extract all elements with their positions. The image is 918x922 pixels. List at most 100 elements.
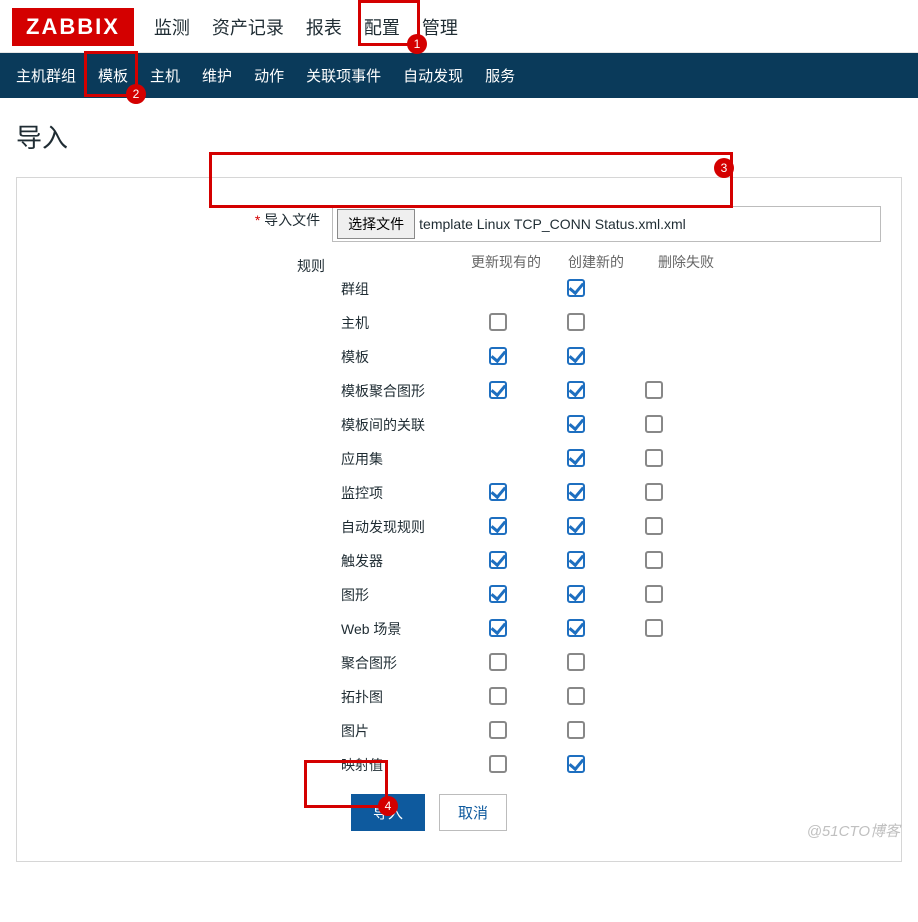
rule-row: 触发器 — [337, 544, 725, 578]
rule-checkbox[interactable] — [645, 517, 663, 535]
rule-label: 触发器 — [337, 551, 459, 571]
rule-checkbox-cell — [537, 585, 615, 606]
submenu-event-correlation[interactable]: 关联项事件 — [306, 65, 381, 86]
rule-checkbox-cell — [537, 517, 615, 538]
menu-inventory[interactable]: 资产记录 — [212, 14, 284, 40]
rule-checkbox[interactable] — [645, 381, 663, 399]
rule-checkbox-cell — [459, 347, 537, 368]
rule-checkbox[interactable] — [645, 483, 663, 501]
menu-monitoring[interactable]: 监测 — [154, 14, 190, 40]
menu-reports[interactable]: 报表 — [306, 14, 342, 40]
rule-checkbox-cell — [615, 619, 693, 640]
rule-checkbox-cell — [459, 585, 537, 606]
import-button[interactable]: 导入 — [351, 794, 425, 831]
rule-checkbox[interactable] — [645, 449, 663, 467]
menu-administration[interactable]: 管理 — [422, 14, 458, 40]
submenu-host-groups[interactable]: 主机群组 — [16, 65, 76, 86]
rule-label: 监控项 — [337, 483, 459, 503]
rule-checkbox-cell — [615, 585, 693, 606]
rule-label: 映射值 — [337, 755, 459, 775]
rules-header-update: 更新现有的 — [467, 252, 545, 272]
rule-row: 模板间的关联 — [337, 408, 725, 442]
file-label: 导入文件 — [37, 206, 332, 230]
rule-row: 自动发现规则 — [337, 510, 725, 544]
rule-checkbox[interactable] — [489, 313, 507, 331]
rule-checkbox[interactable] — [567, 619, 585, 637]
rule-checkbox-cell — [459, 313, 537, 334]
page-title: 导入 — [0, 98, 918, 167]
rule-checkbox[interactable] — [567, 551, 585, 569]
submenu-discovery[interactable]: 自动发现 — [403, 65, 463, 86]
rule-checkbox-cell — [615, 381, 693, 402]
rule-label: 自动发现规则 — [337, 517, 459, 537]
form-buttons: 导入 取消 — [351, 794, 881, 831]
rule-row: 模板 — [337, 340, 725, 374]
rule-checkbox[interactable] — [567, 585, 585, 603]
rule-checkbox[interactable] — [489, 755, 507, 773]
submenu-maintenance[interactable]: 维护 — [202, 65, 232, 86]
rule-checkbox[interactable] — [489, 551, 507, 569]
rule-checkbox-cell — [537, 381, 615, 402]
rule-label: 拓扑图 — [337, 687, 459, 707]
rule-checkbox[interactable] — [567, 687, 585, 705]
choose-file-button[interactable]: 选择文件 — [337, 209, 415, 239]
menu-configuration[interactable]: 配置 — [364, 14, 400, 40]
rule-label: 模板 — [337, 347, 459, 367]
rule-checkbox-cell — [537, 313, 615, 334]
rule-checkbox[interactable] — [567, 721, 585, 739]
rule-checkbox[interactable] — [489, 687, 507, 705]
rule-checkbox-cell — [537, 551, 615, 572]
rule-checkbox[interactable] — [489, 517, 507, 535]
rule-checkbox[interactable] — [567, 415, 585, 433]
rule-checkbox[interactable] — [489, 721, 507, 739]
rule-checkbox-cell — [537, 619, 615, 640]
rule-row: 模板聚合图形 — [337, 374, 725, 408]
rule-checkbox[interactable] — [489, 347, 507, 365]
rule-checkbox[interactable] — [567, 347, 585, 365]
file-row: 导入文件 选择文件 template Linux TCP_CONN Status… — [37, 206, 881, 242]
rule-checkbox-cell — [459, 721, 537, 742]
sub-menu: 主机群组 模板 主机 维护 动作 关联项事件 自动发现 服务 — [0, 53, 918, 98]
rule-checkbox[interactable] — [489, 381, 507, 399]
rule-checkbox-cell — [537, 415, 615, 436]
rule-checkbox[interactable] — [567, 313, 585, 331]
rule-checkbox[interactable] — [489, 653, 507, 671]
rule-checkbox[interactable] — [567, 279, 585, 297]
rule-checkbox-cell — [459, 653, 537, 674]
watermark: @51CTO博客 — [807, 820, 900, 841]
submenu-hosts[interactable]: 主机 — [150, 65, 180, 86]
rule-checkbox-cell — [615, 517, 693, 538]
rule-checkbox-cell — [459, 619, 537, 640]
rule-checkbox[interactable] — [489, 619, 507, 637]
submenu-services[interactable]: 服务 — [485, 65, 515, 86]
rule-checkbox-cell — [459, 483, 537, 504]
submenu-templates[interactable]: 模板 — [98, 65, 128, 86]
rule-checkbox[interactable] — [567, 483, 585, 501]
file-input[interactable]: 选择文件 template Linux TCP_CONN Status.xml.… — [332, 206, 881, 242]
rule-checkbox[interactable] — [645, 585, 663, 603]
rule-checkbox[interactable] — [567, 381, 585, 399]
rule-label: 图形 — [337, 585, 459, 605]
rule-checkbox[interactable] — [567, 755, 585, 773]
rule-checkbox[interactable] — [567, 449, 585, 467]
rule-checkbox[interactable] — [567, 517, 585, 535]
rules-header: 更新现有的 创建新的 删除失败 — [467, 252, 725, 272]
rule-checkbox[interactable] — [567, 653, 585, 671]
rule-checkbox[interactable] — [645, 619, 663, 637]
rule-checkbox[interactable] — [489, 585, 507, 603]
top-menu: 监测 资产记录 报表 配置 管理 — [154, 14, 458, 40]
rule-checkbox[interactable] — [489, 483, 507, 501]
rule-checkbox-cell — [459, 381, 537, 402]
rule-checkbox[interactable] — [645, 551, 663, 569]
submenu-actions[interactable]: 动作 — [254, 65, 284, 86]
rule-checkbox[interactable] — [645, 415, 663, 433]
rule-row: 监控项 — [337, 476, 725, 510]
rule-checkbox-cell — [537, 279, 615, 300]
rule-label: 模板聚合图形 — [337, 381, 459, 401]
logo: ZABBIX — [12, 8, 134, 46]
cancel-button[interactable]: 取消 — [439, 794, 507, 831]
rule-checkbox-cell — [537, 449, 615, 470]
rule-row: 图形 — [337, 578, 725, 612]
rule-label: 模板间的关联 — [337, 415, 459, 435]
rule-checkbox-cell — [537, 653, 615, 674]
